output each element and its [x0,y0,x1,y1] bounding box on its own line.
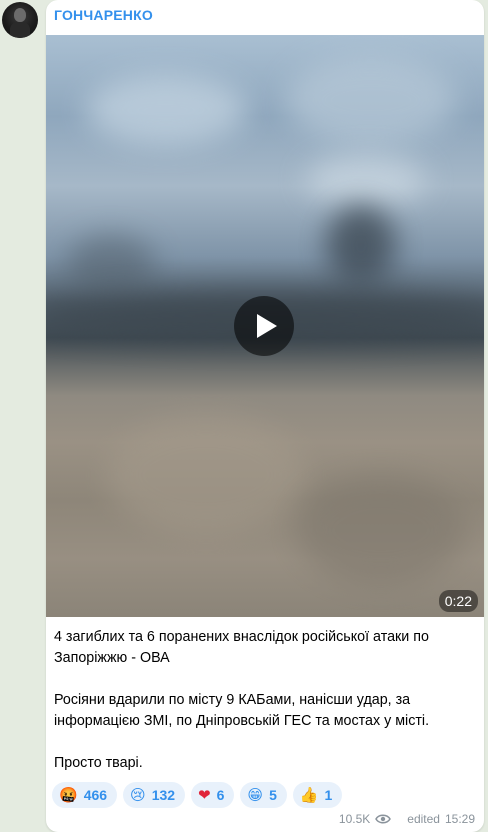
ground-patch [106,415,306,535]
angry-face-icon: 🤬 [59,785,78,804]
reaction-count: 466 [83,787,108,803]
message-bubble: ГОНЧАРЕНКО 0:22 4 загиблих та 6 поранени… [46,0,484,832]
thumbs-up-icon: 👍 [299,785,319,804]
message-paragraph: Росіяни вдарили по місту 9 КАБами, наніс… [54,692,430,729]
sky-cloud [286,55,456,145]
reactions-bar: 🤬 466 😢 132 ❤ 6 😁 5 👍 1 [52,782,343,808]
video-thumbnail[interactable]: 0:22 [46,35,484,617]
avatar-body [10,22,30,38]
play-button[interactable] [234,296,294,356]
ground-patch [296,475,466,585]
reaction-count: 5 [269,787,277,803]
message-meta: 10.5K edited 15:29 [339,812,475,826]
reaction-angry[interactable]: 🤬 466 [52,782,118,808]
channel-avatar[interactable] [2,2,38,38]
sky-cloud [306,155,426,205]
reaction-count: 6 [216,787,225,803]
sky-cloud [86,75,246,145]
smoke-cloud [66,235,156,295]
reaction-heart[interactable]: ❤ 6 [191,782,235,808]
video-duration: 0:22 [438,590,478,612]
channel-name[interactable]: ГОНЧАРЕНКО [54,7,153,23]
message-paragraph: 4 загиблих та 6 поранених внаслідок росі… [54,629,429,666]
play-icon [257,314,277,338]
heart-icon: ❤ [198,785,211,804]
message-paragraph: Просто тварі. [54,755,143,771]
smoke-cloud [326,205,396,285]
crying-face-icon: 😢 [130,785,146,804]
view-count: 10.5K [338,812,371,826]
reaction-count: 1 [324,787,333,803]
grinning-face-icon: 😁 [247,785,264,804]
reaction-grinning[interactable]: 😁 5 [240,782,287,808]
edited-label: edited [407,812,440,826]
reaction-crying[interactable]: 😢 132 [123,782,186,808]
message-text: 4 загиблих та 6 поранених внаслідок росі… [54,627,474,774]
eye-icon [375,814,392,824]
reaction-count: 132 [151,787,176,803]
reaction-thumbs-up[interactable]: 👍 1 [292,782,343,808]
message-time: 15:29 [444,812,475,826]
avatar-face [14,8,26,22]
